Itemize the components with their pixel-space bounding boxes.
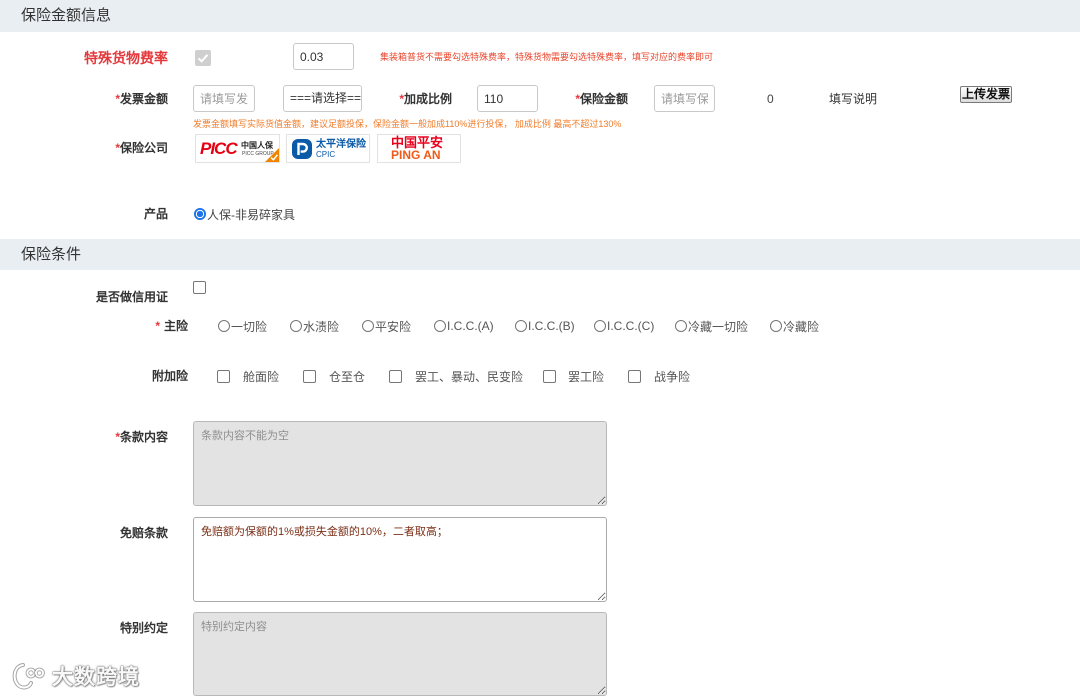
insured-amount-value: 0 (767, 92, 774, 106)
radio-button[interactable] (362, 320, 374, 332)
amount-section-header: 保险金额信息 (0, 0, 1080, 32)
additional-risk-option-label: 舱面险 (243, 369, 280, 384)
radio-button[interactable] (218, 320, 230, 332)
cpic-logo-cn: 太平洋保险 (316, 139, 366, 150)
insurance-form-page: 保险金额信息 特殊货物费率 集装箱普货不需要勾选特殊费率，特殊货物需要勾选特殊费… (0, 0, 1080, 697)
picc-logo-mark: PICC (200, 139, 238, 158)
additional-risk-option[interactable]: 舱面险 (217, 369, 280, 384)
insured-amount-label-text: 保险金额 (579, 92, 628, 106)
markup-ratio-label: *加成比例 (399, 91, 452, 107)
checkbox[interactable] (628, 369, 641, 383)
radio-button[interactable] (770, 320, 782, 332)
radio-button[interactable] (434, 320, 446, 332)
additional-risk-option[interactable]: 罢工险 (543, 369, 605, 384)
cpic-logo-icon (292, 139, 312, 159)
main-risk-option-label: 水渍险 (303, 319, 340, 334)
pingan-logo-en: PING AN (391, 148, 441, 162)
main-risk-option[interactable]: I.C.C.(C) (594, 319, 654, 333)
fill-instructions-link[interactable]: 填写说明 (829, 92, 877, 106)
clause-content-textarea (193, 421, 607, 506)
upload-invoice-button[interactable]: 上传发票 (960, 86, 1012, 103)
radio-button[interactable] (290, 320, 302, 332)
invoice-amount-label-text: 发票金额 (119, 92, 168, 106)
additional-risk-option-label: 战争险 (654, 369, 691, 384)
main-risk-option[interactable]: I.C.C.(B) (515, 319, 575, 333)
special-agreement-label: 特别约定 (119, 621, 168, 635)
additional-risk-option[interactable]: 战争险 (628, 369, 691, 384)
main-risk-option-label: 冷藏一切险 (688, 319, 749, 334)
checkbox[interactable] (389, 369, 402, 383)
additional-risk-option-label: 罢工险 (568, 369, 605, 384)
main-risk-option[interactable]: 水渍险 (290, 319, 340, 334)
insurer-label-text: 保险公司 (119, 141, 168, 155)
deductible-label: 免赔条款 (119, 526, 168, 540)
radio-button[interactable] (675, 320, 687, 332)
cpic-logo-en: CPIC (316, 150, 336, 159)
radio-button[interactable] (515, 320, 527, 332)
invoice-note: 发票金额填写实际货值金额，建议足额投保，保险金额一般加成110%进行投保， 加成… (193, 119, 622, 129)
insurer-label: *保险公司 (115, 140, 168, 156)
required-mark: * (155, 319, 160, 333)
main-risk-label: * 主险 (155, 318, 188, 334)
main-risk-option-label: I.C.C.(B) (528, 319, 575, 333)
selected-check-icon (265, 148, 279, 162)
deductible-textarea[interactable]: 免赔额为保额的1%或损失金额的10%，二者取高； (193, 517, 607, 602)
main-risk-option[interactable]: I.C.C.(A) (434, 319, 494, 333)
main-risk-option[interactable]: 一切险 (218, 319, 268, 334)
clause-content-label-text: 条款内容 (119, 430, 168, 444)
invoice-amount-label: *发票金额 (115, 91, 168, 107)
conditions-section-title: 保险条件 (21, 246, 82, 263)
watermark: 大数跨境 (10, 660, 140, 692)
special-agreement-textarea (193, 612, 607, 696)
additional-risk-option-label: 罢工、暴动、民变险 (415, 369, 524, 384)
insurer-option-picc[interactable]: PICC 中国人保 PICC GROUP (195, 134, 280, 163)
checkmark-icon (197, 54, 209, 63)
main-risk-option-label: 冷藏险 (783, 319, 820, 334)
markup-ratio-label-text: 加成比例 (403, 92, 452, 106)
additional-risk-option[interactable]: 仓至仓 (303, 369, 366, 384)
main-risk-option[interactable]: 冷藏一切险 (675, 319, 749, 334)
main-risk-option[interactable]: 冷藏险 (770, 319, 820, 334)
special-rate-input[interactable] (293, 43, 354, 70)
letter-of-credit-label: 是否做信用证 (95, 290, 168, 304)
additional-risk-label: 附加险 (151, 369, 188, 383)
main-risk-option-label: 平安险 (375, 319, 412, 334)
insurer-option-pingan[interactable]: 中国平安 PING AN (377, 134, 461, 163)
special-rate-note: 集装箱普货不需要勾选特殊费率，特殊货物需要勾选特殊费率，填写对应的费率即可 (380, 52, 714, 62)
additional-risk-option[interactable]: 罢工、暴动、民变险 (389, 369, 524, 384)
special-rate-label: 特殊货物费率 (84, 50, 168, 66)
currency-select[interactable]: ===请选择== (283, 85, 362, 112)
special-rate-checkbox (195, 50, 211, 66)
insured-amount-label: *保险金额 (575, 91, 628, 107)
product-label: 产品 (143, 207, 168, 221)
invoice-amount-input[interactable] (193, 85, 255, 112)
conditions-section-header: 保险条件 (0, 239, 1080, 270)
checkbox[interactable] (303, 369, 316, 383)
insured-amount-input[interactable] (654, 85, 715, 112)
amount-section-title: 保险金额信息 (21, 7, 112, 24)
checkbox[interactable] (543, 369, 556, 383)
watermark-text: 大数跨境 (52, 666, 140, 689)
product-option-label: 人保-非易碎家具 (207, 207, 295, 222)
markup-ratio-input[interactable] (477, 85, 538, 112)
main-risk-option-label: I.C.C.(A) (447, 319, 494, 333)
main-risk-label-text: 主险 (163, 319, 188, 333)
letter-of-credit-checkbox[interactable] (193, 281, 206, 294)
clause-content-label: *条款内容 (115, 429, 168, 445)
product-option[interactable]: 人保-非易碎家具 (194, 207, 295, 222)
main-risk-option-label: I.C.C.(C) (607, 319, 655, 333)
radio-button[interactable] (194, 208, 206, 220)
checkbox[interactable] (217, 369, 230, 383)
additional-risk-option-label: 仓至仓 (329, 369, 366, 384)
main-risk-option-label: 一切险 (231, 319, 268, 334)
watermark-logo-icon (12, 663, 45, 690)
main-risk-option[interactable]: 平安险 (362, 319, 412, 334)
radio-button[interactable] (594, 320, 606, 332)
insurer-option-cpic[interactable]: 太平洋保险 CPIC (286, 134, 370, 163)
